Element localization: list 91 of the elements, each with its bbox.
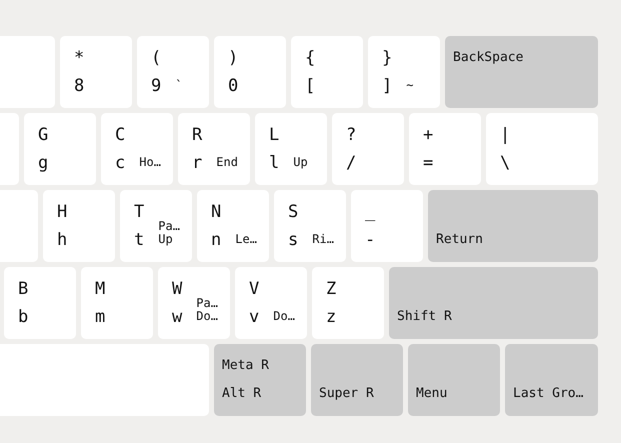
key-label: L [269, 125, 280, 145]
key-label: c [115, 153, 126, 173]
key-label: g [38, 153, 48, 173]
key-label: Meta R [222, 357, 269, 375]
keyboard-key[interactable]: R r End [178, 113, 250, 185]
keyboard-key[interactable]: | \ [486, 113, 598, 185]
key-label: = [423, 153, 434, 173]
keyboard-key[interactable]: Meta R Alt R [214, 344, 306, 416]
key-label: { [305, 48, 316, 68]
key-label: Super R [319, 385, 374, 403]
key-label: 8 [74, 76, 84, 96]
key-label: l [269, 153, 280, 173]
key-label: m [95, 307, 106, 327]
key-label: C [115, 125, 126, 145]
keyboard-key[interactable]: T t Pa… Up [120, 190, 192, 262]
key-action-label: Ho… [139, 156, 162, 169]
keyboard-key[interactable]: ? / [332, 113, 404, 185]
keyboard-key[interactable]: ( 9 ` [137, 36, 209, 108]
keyboard-key[interactable]: H h [43, 190, 115, 262]
keyboard-key[interactable]: V v Do… [235, 267, 307, 339]
key-label: R [192, 125, 202, 145]
key-label: M [95, 279, 106, 299]
key-label: BackSpace [453, 49, 524, 67]
key-label: 0 [228, 76, 238, 96]
key-label: H [57, 202, 68, 222]
keyboard-key[interactable]: G g [24, 113, 96, 185]
key-label: _ [365, 202, 376, 222]
key-label: Shift R [397, 308, 452, 326]
keyboard-key[interactable]: } ] ~ [368, 36, 440, 108]
key-label: ) [228, 48, 238, 68]
key-label: ] [382, 76, 392, 96]
key-label: t [134, 230, 144, 250]
key-label: h [57, 230, 68, 250]
key-label: v [249, 307, 260, 327]
keyboard-key[interactable]: + = [409, 113, 481, 185]
key-action-label: End [216, 156, 239, 169]
key-label: n [211, 230, 222, 250]
keyboard-key[interactable]: _ - [351, 190, 423, 262]
keyboard-key[interactable]: Return [428, 190, 598, 262]
keyboard-key[interactable]: C c Ho… [101, 113, 173, 185]
keyboard-key[interactable]: Last Gro… [505, 344, 598, 416]
key-label: \ [500, 153, 510, 173]
key-label: w [172, 307, 182, 327]
key-label: Alt R [222, 385, 262, 403]
key-label: N [211, 202, 222, 222]
key-label: 9 [151, 76, 162, 96]
key-label: + [423, 125, 434, 145]
key-action-label: Le… [235, 233, 258, 246]
keyboard-key[interactable]: ) 0 [214, 36, 286, 108]
key-label: B [18, 279, 28, 299]
keyboard-key[interactable]: BackSpace [445, 36, 598, 108]
keyboard-key[interactable]: Shift R [389, 267, 598, 339]
key-label: ? [346, 125, 356, 145]
key-action-label: ~ [406, 79, 414, 92]
keyboard-key[interactable]: W w Pa… Do… [158, 267, 230, 339]
key-label: } [382, 48, 392, 68]
keyboard-key[interactable]: L l Up [255, 113, 327, 185]
keyboard-key[interactable]: M m [81, 267, 153, 339]
keyboard-key[interactable]: Z z [312, 267, 384, 339]
key-label: b [18, 307, 28, 327]
key-action-label: Up [293, 156, 309, 169]
key-label: Last Gro… [513, 385, 584, 403]
key-action-label: ` [175, 79, 184, 92]
key-action-label: Do… [273, 310, 296, 323]
keyboard-key[interactable]: N n Le… [197, 190, 269, 262]
key-label: * [74, 48, 84, 68]
key-action-label: Pa… Up [158, 220, 181, 246]
key-label: z [326, 307, 336, 327]
key-label: [ [305, 76, 316, 96]
keyboard-key[interactable]: S s Ri… [274, 190, 346, 262]
keyboard-key[interactable]: B b [4, 267, 76, 339]
key-label: T [134, 202, 144, 222]
key-label: Menu [416, 385, 448, 403]
key-label: | [500, 125, 510, 145]
keyboard-key[interactable]: Super R [311, 344, 403, 416]
key-label: Z [326, 279, 336, 299]
key-label: / [346, 153, 356, 173]
keyboard-key[interactable]: * 8 [60, 36, 132, 108]
key-label: - [365, 230, 376, 250]
keyboard-key[interactable]: { [ [291, 36, 363, 108]
key-action-label: Ri… [312, 233, 335, 246]
key-label: G [38, 125, 48, 145]
key-label: Return [436, 231, 483, 249]
key-label: V [249, 279, 260, 299]
key-label: S [288, 202, 298, 222]
key-label: r [192, 153, 202, 173]
keyboard-key[interactable]: Menu [408, 344, 500, 416]
key-label: W [172, 279, 182, 299]
key-action-label: Pa… Do… [196, 297, 219, 323]
key-label: s [288, 230, 298, 250]
key-label: ( [151, 48, 162, 68]
